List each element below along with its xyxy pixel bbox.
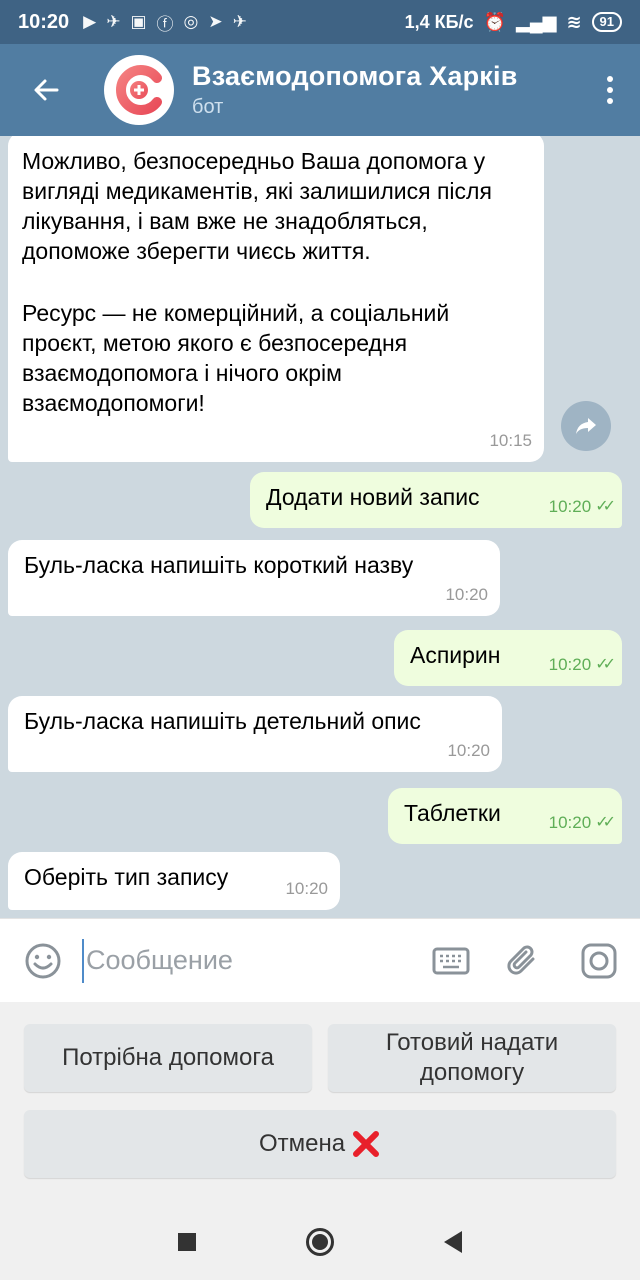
message-meta: 10:20 ✓✓ [548,650,616,680]
facebook-icon: ⓕ [156,14,174,34]
system-nav-bar [0,1204,640,1280]
message-list[interactable]: Можливо, безпосередньо Ваша допомога у в… [0,136,640,918]
chat-subtitle: бот [192,96,224,118]
menu-button[interactable] [580,44,640,136]
network-speed: 1,4 КБ/с [404,11,474,32]
message-time: 10:20 [445,585,488,604]
chat-title-block[interactable]: Взаємодопомога Харків бот [192,61,580,119]
message-composer: Сообщение [0,918,640,1002]
message-incoming[interactable]: Буль-ласка напишіть детельний опис 10:20 [8,696,502,772]
app-icon: ▣ [130,12,147,31]
camera-icon [581,943,617,978]
instagram-icon: ◎ [183,12,199,31]
message-outgoing[interactable]: Аспирин 10:20 ✓✓ [394,630,622,686]
message-text: Оберіть тип запису [24,864,229,890]
status-right: 1,4 КБ/с ⏰ ▂▄▆ ≋ 91 [405,12,622,33]
bird-icon: ✈ [106,12,121,31]
play-icon: ▶ [83,12,97,31]
status-bar: 10:20 ▶ ✈ ▣ ⓕ ◎ ➤ ✈ 1,4 КБ/с ⏰ ▂▄▆ ≋ 91 [0,0,640,44]
smile-icon [25,943,61,978]
arrow-left-icon [34,79,59,101]
message-time: 10:20 [285,879,328,898]
share-button[interactable] [561,401,611,451]
message-meta: 10:20 ✓✓ [548,808,616,838]
logo-icon [116,65,162,115]
bird-icon: ✈ [232,12,247,31]
cancel-button[interactable]: Отмена [24,1110,616,1178]
signal-icon: ▂▄▆ [515,11,557,32]
ready-to-help-label-line2: допомогу [419,1059,525,1086]
back-button[interactable] [0,44,92,136]
cancel-label: Отмена [258,1130,346,1157]
message-time: 10:20 [447,741,490,760]
more-vertical-icon [607,76,613,104]
chat-header: Взаємодопомога Харків бот [0,44,640,136]
message-outgoing[interactable]: Таблетки 10:20 ✓✓ [388,788,622,844]
bot-keyboard: Потрібна допомога Готовий надати допомог… [0,1002,640,1204]
message-meta: 10:20 [445,580,488,610]
message-text: Буль-ласка напишіть короткий назву [24,552,414,578]
message-input[interactable]: Сообщение [82,938,430,983]
ready-to-help-label-line1: Готовий надати [385,1029,559,1056]
chat-title: Взаємодопомога Харків [192,61,518,91]
alarm-icon: ⏰ [483,11,506,32]
home-icon[interactable] [306,1228,334,1256]
message-time: 10:20 [548,813,592,832]
notification-icons: ▶ ✈ ▣ ⓕ ◎ ➤ ✈ [83,10,247,35]
message-meta: 10:20 [285,874,328,904]
read-check-icon: ✓✓ [595,814,616,831]
message-incoming[interactable]: Буль-ласка напишіть короткий назву 10:20 [8,540,500,616]
need-help-label: Потрібна допомога [62,1044,274,1071]
recent-apps-icon[interactable] [178,1233,196,1251]
message-text: Можливо, безпосередньо Ваша допомога у в… [22,148,492,264]
message-text: Таблетки [404,800,501,826]
keyboard-icon [432,947,470,974]
attach-button[interactable] [502,940,544,982]
read-check-icon: ✓✓ [595,498,616,515]
ready-to-help-button[interactable]: Готовий надати допомогу [328,1024,616,1092]
message-text: Ресурс — не комерційний, а соціальний пр… [22,300,450,416]
bot-keyboard-button[interactable] [430,940,472,982]
back-triangle-icon[interactable] [444,1231,462,1253]
camera-button[interactable] [578,940,620,982]
wifi-icon: ≋ [566,11,582,32]
message-time: 10:15 [489,431,532,450]
message-time: 10:20 [548,655,592,674]
message-meta: 10:20 ✓✓ [548,492,616,522]
message-incoming[interactable]: Можливо, безпосередньо Ваша допомога у в… [8,136,544,462]
message-meta: 10:15 [489,426,532,456]
message-time: 10:20 [548,497,592,516]
message-meta: 10:20 [447,736,490,766]
battery-icon: 91 [591,12,622,32]
share-icon [576,418,596,434]
need-help-button[interactable]: Потрібна допомога [24,1024,312,1092]
bot-avatar[interactable] [104,55,174,125]
status-time: 10:20 [18,10,70,33]
paperclip-icon [507,945,535,975]
message-text: Додати новий запис [266,484,480,510]
message-incoming[interactable]: Оберіть тип запису 10:20 [8,852,340,910]
emoji-button[interactable] [22,940,64,982]
message-text: Аспирин [410,642,501,668]
cross-mark-icon [353,1131,380,1157]
message-outgoing[interactable]: Додати новий запис 10:20 ✓✓ [250,472,622,528]
message-text: Буль-ласка напишіть детельний опис [24,708,421,734]
telegram-icon: ➤ [208,12,223,31]
read-check-icon: ✓✓ [595,656,616,673]
